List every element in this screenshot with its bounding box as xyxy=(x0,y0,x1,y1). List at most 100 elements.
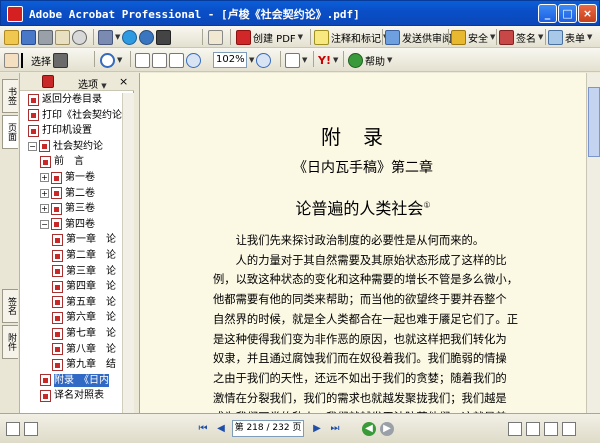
close-panel-button[interactable]: × xyxy=(119,75,128,88)
sign-button[interactable]: 签名 ▼ xyxy=(499,28,543,46)
maximize-button[interactable]: □ xyxy=(558,4,577,23)
continuous-page-icon[interactable] xyxy=(526,422,540,436)
expand-icon[interactable]: + xyxy=(40,188,49,198)
zoom-in-icon[interactable] xyxy=(100,52,115,68)
zoom-out-icon[interactable] xyxy=(186,52,201,68)
continuous-facing-icon[interactable] xyxy=(562,422,576,436)
bookmark-label: 返回分卷目录 xyxy=(42,94,102,105)
security-globe-icon[interactable] xyxy=(122,29,138,45)
bookmark-item[interactable]: 打印《社会契约论》 xyxy=(28,109,130,122)
tab-signatures[interactable]: 签名 xyxy=(2,289,18,323)
create-pdf-button[interactable]: 创建 PDF ▼ xyxy=(236,28,303,46)
yahoo-search-icon[interactable]: Y! xyxy=(318,54,331,67)
bookmark-item[interactable]: 第六章 论 xyxy=(52,311,116,324)
page-number-field[interactable]: 第 218 / 232 页 xyxy=(232,420,304,437)
go-back-icon[interactable]: ◀ xyxy=(362,422,376,436)
navigation-pane-tabs: 书签 页面 签名 附件 xyxy=(0,73,20,413)
actual-size-icon[interactable] xyxy=(135,52,150,68)
bookmark-item[interactable]: 第三章 论 xyxy=(52,265,116,278)
bookmark-item[interactable]: + 第二卷 xyxy=(40,187,95,200)
secure-button[interactable]: 安全 ▼ xyxy=(451,28,495,46)
bookmark-label: 打印《社会契约论》 xyxy=(42,109,130,121)
bookmark-item[interactable]: 第二章 论 xyxy=(52,249,116,262)
zoom-in-plus-icon[interactable] xyxy=(256,52,272,68)
page-layout-icon[interactable] xyxy=(6,422,20,436)
tab-bookmarks[interactable]: 书签 xyxy=(2,79,18,113)
search-icon[interactable] xyxy=(72,29,87,45)
email-icon[interactable] xyxy=(55,29,70,45)
body-line: 激情在分裂我们，我们的需求也就越发聚拢我们；我们越是 xyxy=(213,391,507,405)
expand-icon[interactable]: + xyxy=(40,204,49,214)
open-folder-icon[interactable] xyxy=(4,29,19,45)
attach-paperclip-icon[interactable] xyxy=(98,29,113,45)
bookmark-label: 第四章 论 xyxy=(66,281,116,293)
bookmark-icon xyxy=(52,343,63,356)
next-page-icon[interactable]: ▶ xyxy=(310,422,324,436)
bookmark-item[interactable]: 第七章 论 xyxy=(52,327,116,340)
tab-attachments[interactable]: 附件 xyxy=(2,325,18,359)
bookmark-item[interactable]: 打印机设置 xyxy=(28,124,92,137)
collapse-icon[interactable]: − xyxy=(28,141,37,151)
bookmark-item[interactable]: − 第四卷 xyxy=(40,218,95,231)
bookmark-icon xyxy=(28,124,39,137)
close-window-button[interactable]: × xyxy=(578,4,597,23)
comment-markup-button[interactable]: 注释和标记 ▼ xyxy=(314,28,388,46)
help-button[interactable]: 帮助 ▼ xyxy=(348,51,392,69)
secure-dropdown-icon: ▼ xyxy=(490,33,496,41)
select-tool-label[interactable]: 选择 xyxy=(31,53,51,68)
bookmark-item[interactable]: 附录 《日内 xyxy=(40,373,109,387)
zoom-tool-dropdown-icon[interactable]: ▼ xyxy=(117,56,122,64)
yahoo-dropdown-icon[interactable]: ▼ xyxy=(333,56,338,64)
continuous-icon[interactable] xyxy=(24,422,38,436)
bookmark-item[interactable]: − 社会契约论 xyxy=(28,140,103,153)
document-scrollbar[interactable] xyxy=(586,73,600,413)
body-line: 让我们先来探讨政治制度的必要性是从何而来的。 xyxy=(213,234,485,247)
expand-icon[interactable]: + xyxy=(40,173,49,182)
new-bookmark-icon[interactable] xyxy=(42,75,54,88)
fit-width-icon[interactable] xyxy=(169,52,184,68)
forms-button[interactable]: 表单 ▼ xyxy=(548,28,592,46)
tab-pages[interactable]: 页面 xyxy=(2,115,18,149)
bookmarks-panel-header: 选项 ▼ × xyxy=(20,73,134,91)
rotate-view-dropdown-icon[interactable]: ▼ xyxy=(302,56,307,64)
bookmark-item[interactable]: 译名对照表 xyxy=(40,389,104,402)
minimize-button[interactable]: _ xyxy=(538,4,557,23)
bookmark-label: 第九章 结 xyxy=(66,359,116,371)
fit-page-icon[interactable] xyxy=(152,52,167,68)
bookmark-item[interactable]: 第五章 论 xyxy=(52,296,116,309)
facing-page-icon[interactable] xyxy=(544,422,558,436)
bookmark-item[interactable]: 第一章 论 xyxy=(52,233,116,246)
save-disk-icon[interactable] xyxy=(21,29,36,45)
body-line: 之由于我们的天性，还远不如出于我们的贪婪；随着我们的 xyxy=(213,371,507,385)
print-icon[interactable] xyxy=(38,29,53,45)
bookmark-item[interactable]: 第四章 论 xyxy=(52,280,116,293)
bookmarks-scrollbar[interactable] xyxy=(122,93,134,413)
text-select-icon[interactable] xyxy=(21,52,29,68)
attach-dropdown-icon[interactable]: ▼ xyxy=(115,33,120,41)
bookmarks-options-menu[interactable]: 选项 ▼ xyxy=(78,76,107,91)
single-page-icon[interactable] xyxy=(508,422,522,436)
first-page-icon[interactable]: ⏮ xyxy=(196,422,210,436)
bookmark-label: 第一卷 xyxy=(65,172,95,183)
rotate-view-icon[interactable] xyxy=(285,52,300,68)
bookmark-item[interactable]: + 第一卷 xyxy=(40,171,95,184)
bookmark-item[interactable]: 返回分卷目录 xyxy=(28,93,102,106)
snapshot-camera-icon[interactable] xyxy=(53,52,68,68)
bookmark-item[interactable]: 第九章 结 xyxy=(52,358,116,371)
previous-page-icon[interactable]: ◀ xyxy=(214,422,228,436)
bookmark-item[interactable]: + 第三卷 xyxy=(40,202,95,215)
hand-icon[interactable] xyxy=(4,52,19,68)
go-forward-icon[interactable]: ▶ xyxy=(380,422,394,436)
zoom-level-input[interactable]: 102% xyxy=(213,52,247,68)
bookmark-item[interactable]: 前 言 xyxy=(40,155,84,168)
collapse-icon[interactable]: − xyxy=(40,219,49,229)
bookmark-item[interactable]: 第八章 论 xyxy=(52,343,116,356)
document-scroll-thumb[interactable] xyxy=(588,87,600,157)
zoom-level-dropdown-icon[interactable]: ▼ xyxy=(249,56,254,64)
last-page-icon[interactable]: ⏭ xyxy=(328,422,342,436)
comment-note-icon xyxy=(314,29,329,45)
print-status-icon[interactable] xyxy=(139,29,155,45)
document-view[interactable]: 附录 《日内瓦手稿》第二章 论普遍的人类社会① 让我们先来探讨政治制度的必要性是… xyxy=(140,73,586,413)
hand-tool-icon[interactable] xyxy=(208,29,223,45)
binoculars-icon[interactable] xyxy=(156,29,172,45)
